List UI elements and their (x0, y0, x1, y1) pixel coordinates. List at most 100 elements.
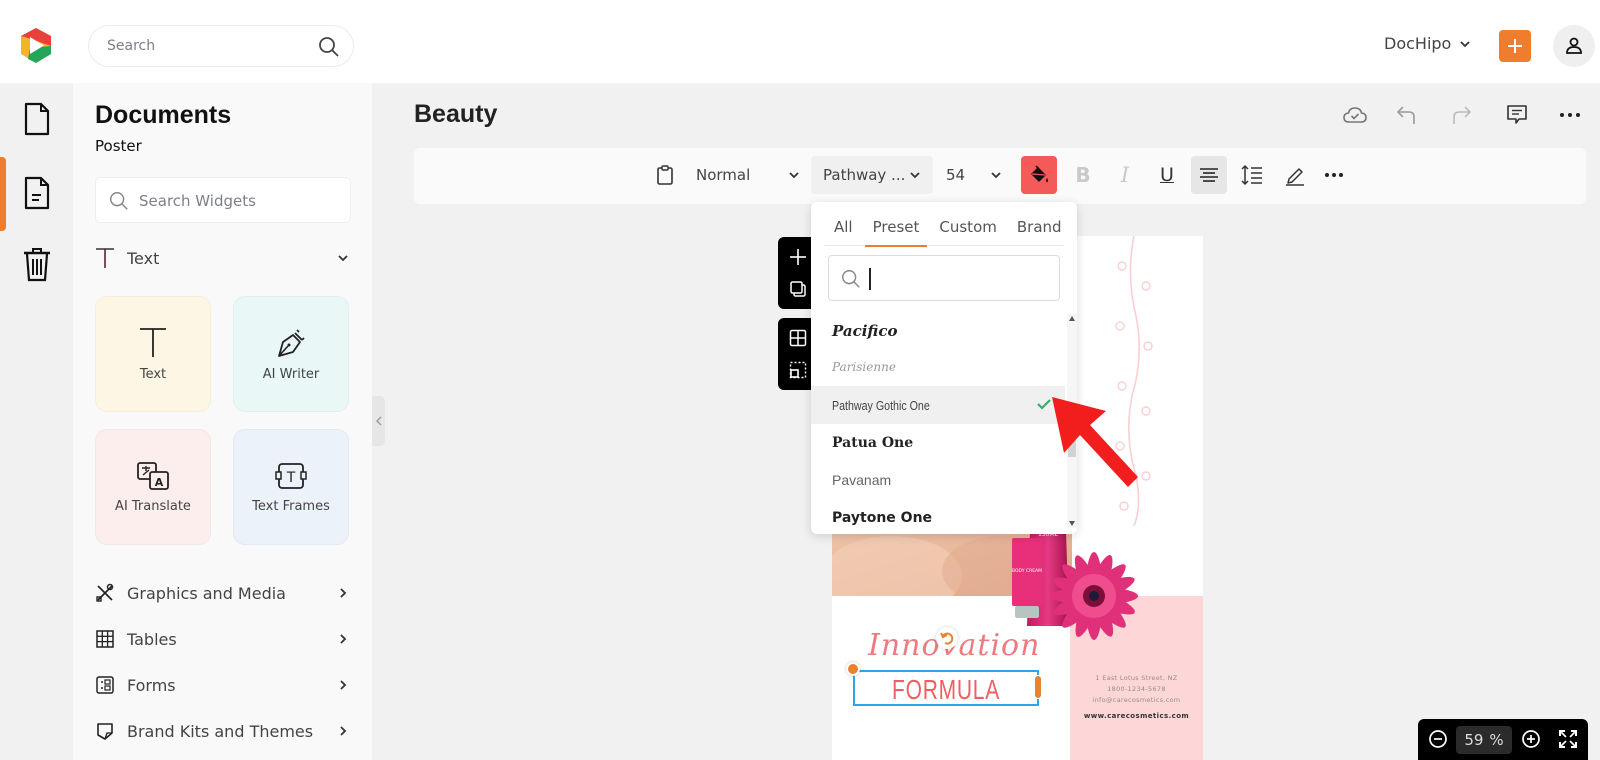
cloud-save-button[interactable] (1340, 100, 1370, 130)
comments-button[interactable] (1502, 100, 1532, 130)
search-icon (842, 270, 860, 288)
top-bar: Search DocHipo (0, 0, 1600, 83)
global-search-input[interactable]: Search (88, 25, 354, 67)
paint-bucket-icon (1031, 165, 1048, 183)
account-label: DocHipo (1384, 34, 1452, 53)
zoom-in-button[interactable] (1519, 727, 1543, 751)
table-icon (96, 630, 114, 648)
chevron-right-icon (340, 680, 347, 690)
text-widget-tile[interactable]: Text (95, 296, 211, 412)
more-horizontal-icon (1325, 173, 1343, 177)
contact-website: www.carecosmetics.com (1083, 712, 1190, 720)
left-rail (0, 83, 73, 760)
font-name: Pathway Gothic One (832, 397, 930, 413)
text-section-toggle[interactable]: Text (95, 243, 351, 273)
cloud-check-icon (1343, 107, 1367, 123)
align-center-button[interactable] (1191, 156, 1227, 194)
tile-label: Text Frames (252, 498, 330, 514)
selected-text-box[interactable]: FORMULA (853, 670, 1039, 706)
dochipo-logo[interactable] (16, 26, 56, 66)
search-icon[interactable] (317, 35, 341, 59)
tile-label: Text (139, 366, 167, 382)
search-icon (110, 192, 128, 210)
nav-graphics-and-media[interactable]: Graphics and Media (95, 578, 351, 608)
font-size-select[interactable]: 54 (936, 156, 1012, 194)
font-item-pavanam[interactable]: Pavanam (811, 461, 1065, 499)
font-item-paytone-one[interactable]: Paytone One (811, 499, 1065, 530)
document-title[interactable]: Beauty (414, 100, 497, 129)
line-spacing-button[interactable] (1234, 156, 1270, 194)
trash-icon (23, 248, 50, 282)
text-style-select[interactable]: Normal (684, 156, 814, 194)
contact-phone: 1800-1234-5678 (1107, 685, 1166, 693)
bold-button[interactable]: B (1065, 156, 1101, 194)
zoom-unit: % (1489, 731, 1504, 749)
fit-screen-button[interactable] (1556, 727, 1580, 751)
tab-brand[interactable]: Brand (1007, 212, 1072, 246)
highlight-button[interactable] (1277, 156, 1313, 194)
undo-button[interactable] (1392, 100, 1422, 130)
underline-button[interactable]: U (1149, 156, 1185, 194)
rotate-handle[interactable] (936, 627, 958, 649)
font-family-value: Pathway ... (823, 166, 906, 184)
ai-writer-tile[interactable]: AI Writer (233, 296, 349, 412)
font-name: Patua One (832, 435, 914, 451)
text-cursor (869, 268, 871, 290)
nav-label: Graphics and Media (127, 583, 286, 603)
more-format-options-button[interactable] (1319, 156, 1349, 194)
font-picker-dropdown: All Preset Custom Brand Pacifico Parisie… (811, 202, 1077, 534)
font-search-input[interactable] (828, 255, 1060, 301)
font-name: Paytone One (832, 510, 933, 526)
zoom-in-icon (1522, 730, 1540, 748)
ai-translate-tile[interactable]: A AI Translate (95, 429, 211, 545)
tab-preset[interactable]: Preset (863, 212, 930, 247)
resize-handle[interactable] (846, 662, 860, 676)
translate-icon: A (137, 461, 169, 490)
zoom-level[interactable]: 59 % (1456, 726, 1512, 754)
chevron-down-icon (991, 172, 1001, 179)
width-handle[interactable] (1034, 675, 1042, 699)
font-item-pacifico[interactable]: Pacifico (811, 312, 1065, 350)
text-style-value: Normal (696, 166, 751, 184)
tab-custom[interactable]: Custom (929, 212, 1006, 246)
font-item-patua-one[interactable]: Patua One (811, 424, 1065, 462)
widget-search-input[interactable]: Search Widgets (95, 177, 351, 223)
tab-all[interactable]: All (824, 212, 863, 246)
chevron-right-icon (340, 634, 347, 644)
font-item-parisienne[interactable]: Parisienne (811, 348, 1065, 386)
rail-item-documents[interactable] (0, 83, 73, 155)
panel-subtitle: Poster (95, 137, 142, 155)
zoom-out-icon (1429, 730, 1447, 748)
search-placeholder: Search (107, 38, 156, 54)
text-color-button[interactable] (1021, 156, 1057, 194)
user-icon (1566, 37, 1582, 54)
svg-text:T: T (286, 470, 296, 486)
nav-tables[interactable]: Tables (95, 624, 351, 654)
scroll-up-icon[interactable] (1069, 316, 1075, 321)
create-new-button[interactable] (1499, 30, 1531, 62)
scroll-down-icon[interactable] (1069, 521, 1075, 526)
account-dropdown[interactable]: DocHipo (1384, 34, 1471, 53)
font-item-pathway-gothic-one[interactable]: Pathway Gothic One (811, 386, 1065, 424)
widget-search-placeholder: Search Widgets (139, 192, 256, 210)
nav-forms[interactable]: Forms (95, 670, 351, 700)
italic-button[interactable]: I (1107, 156, 1143, 194)
contact-email: info@carecosmetics.com (1092, 696, 1181, 704)
collapse-panel-button[interactable] (372, 396, 385, 446)
document-text-icon (24, 176, 49, 210)
text-frame-icon: T (275, 462, 307, 489)
font-name: Pavanam (832, 472, 892, 488)
align-center-icon (1200, 168, 1218, 182)
headline-main-text[interactable]: FORMULA (878, 674, 1015, 706)
zoom-out-button[interactable] (1426, 727, 1450, 751)
nav-brand-kits-and-themes[interactable]: Brand Kits and Themes (95, 716, 351, 746)
text-format-toolbar: Normal Pathway ... 54 B I U (414, 148, 1586, 204)
more-options-button[interactable] (1555, 100, 1585, 130)
rail-item-current-document[interactable] (0, 157, 73, 229)
user-profile-button[interactable] (1553, 25, 1595, 67)
font-family-select[interactable]: Pathway ... (811, 156, 933, 194)
paste-style-button[interactable] (650, 156, 680, 194)
redo-button[interactable] (1446, 100, 1476, 130)
text-frames-tile[interactable]: T Text Frames (233, 429, 349, 545)
rail-item-trash[interactable] (0, 228, 73, 300)
